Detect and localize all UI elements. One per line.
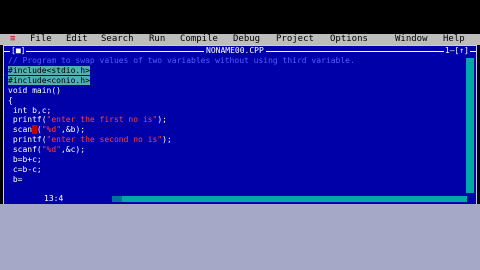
code-line: { xyxy=(8,95,13,105)
code-fragment: ,&c); xyxy=(60,145,86,155)
code-line: c=b-c; xyxy=(8,164,42,174)
code-line: b=b+c; xyxy=(8,155,42,165)
menu-run[interactable]: Run xyxy=(149,34,165,45)
menu-debug[interactable]: Debug xyxy=(233,34,260,45)
menu-compile[interactable]: Compile xyxy=(180,34,218,45)
menu-search[interactable]: Search xyxy=(101,34,134,45)
code-fragment: ); xyxy=(157,115,167,125)
code-string: "enter the second no is" xyxy=(46,135,163,145)
close-button[interactable]: [■] xyxy=(10,46,27,56)
code-line: #include<conio.h> xyxy=(8,75,90,85)
horizontal-scrollbar[interactable] xyxy=(112,196,467,202)
turbo-cpp-screen: ≡ File Edit Search Run Compile Debug Pro… xyxy=(0,0,480,270)
file-name: NONAME00.CPP xyxy=(204,46,266,56)
code-string: "%d" xyxy=(41,145,61,155)
code-line: b= xyxy=(8,174,23,184)
menu-file[interactable]: File xyxy=(30,34,52,45)
code-line: // Program to swap values of two variabl… xyxy=(8,56,355,65)
code-area[interactable]: // Program to swap values of two variabl… xyxy=(8,56,355,185)
code-fragment: scan xyxy=(8,125,33,135)
menu-help[interactable]: Help xyxy=(443,34,465,45)
system-menu-icon[interactable]: ≡ xyxy=(10,34,15,45)
desktop-background xyxy=(0,204,480,270)
menu-options[interactable]: Options xyxy=(330,34,368,45)
code-fragment: ,&b); xyxy=(61,125,86,135)
code-fragment: ); xyxy=(162,135,172,145)
cursor-position: 13:4 xyxy=(44,194,64,203)
menu-edit[interactable]: Edit xyxy=(66,34,88,45)
code-line: #include<stdio.h> xyxy=(8,65,90,75)
code-string: "enter the first no is" xyxy=(46,115,158,125)
code-line: int b,c; xyxy=(8,105,52,115)
menu-window[interactable]: Window xyxy=(395,34,428,45)
top-black-band xyxy=(0,0,480,34)
vertical-scrollbar[interactable] xyxy=(466,58,474,193)
code-fragment: printf( xyxy=(8,135,47,145)
menu-bar: ≡ File Edit Search Run Compile Debug Pro… xyxy=(0,34,480,45)
editor-title-bar: [■] NONAME00.CPP 1–[↑] xyxy=(4,46,476,56)
window-controls[interactable]: 1–[↑] xyxy=(443,46,470,56)
code-string: "%d" xyxy=(41,125,62,135)
editor-status-row: 13:4 xyxy=(4,194,476,204)
menu-project[interactable]: Project xyxy=(276,34,314,45)
scrollbar-thumb[interactable] xyxy=(112,196,122,202)
code-line: void main() xyxy=(8,85,61,95)
code-fragment: printf( xyxy=(8,115,47,125)
editor-window: [■] NONAME00.CPP 1–[↑] // Program to swa… xyxy=(3,45,477,205)
code-fragment: scanf( xyxy=(8,145,42,155)
